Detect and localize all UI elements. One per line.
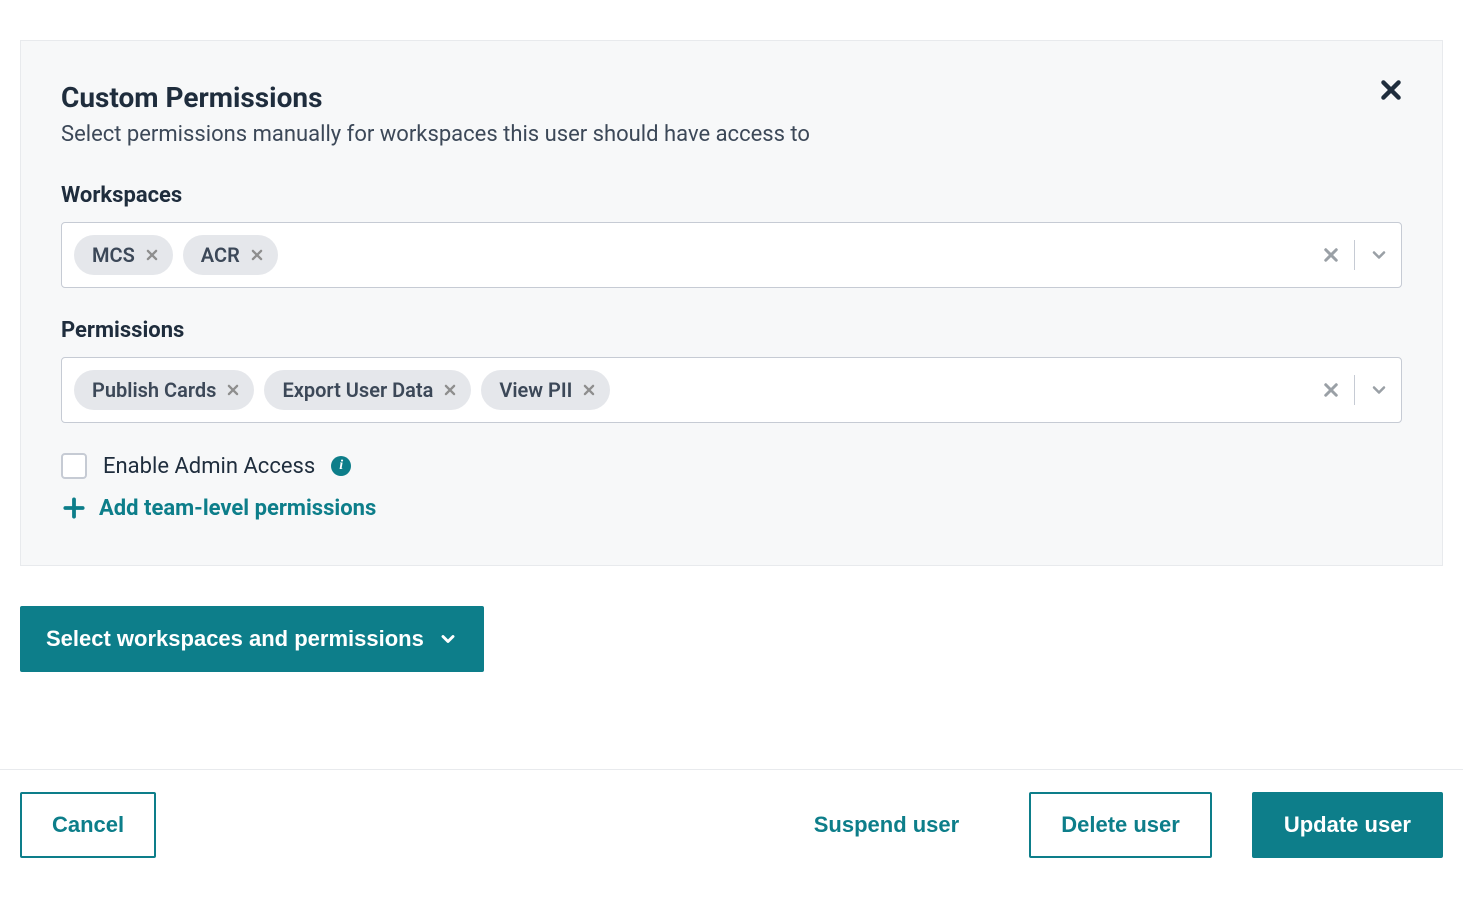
clear-all-button[interactable] (1322, 381, 1340, 399)
permissions-multiselect[interactable]: Publish Cards Export User Data View PII (61, 357, 1402, 423)
close-panel-button[interactable] (1378, 77, 1404, 107)
chevron-down-icon (1369, 245, 1389, 265)
chip-label: ACR (201, 243, 240, 267)
multiselect-controls (1312, 240, 1389, 270)
plus-icon (61, 495, 87, 521)
custom-permissions-panel: Custom Permissions Select permissions ma… (20, 40, 1443, 566)
panel-subtitle: Select permissions manually for workspac… (61, 122, 1402, 147)
workspace-chip: ACR (183, 235, 278, 275)
add-team-permissions-label: Add team-level permissions (99, 496, 376, 521)
close-icon (145, 248, 159, 262)
add-team-permissions-link[interactable]: Add team-level permissions (61, 495, 376, 521)
dropdown-toggle[interactable] (1369, 380, 1389, 400)
permissions-label: Permissions (61, 318, 1402, 343)
panel-title: Custom Permissions (61, 81, 1402, 114)
chip-label: MCS (92, 243, 135, 267)
separator (1354, 240, 1355, 270)
update-user-button[interactable]: Update user (1252, 792, 1443, 858)
chip-remove-button[interactable] (582, 383, 596, 397)
close-icon (1322, 381, 1340, 399)
workspaces-field: Workspaces MCS ACR (61, 183, 1402, 288)
workspaces-multiselect[interactable]: MCS ACR (61, 222, 1402, 288)
chip-remove-button[interactable] (443, 383, 457, 397)
chip-label: View PII (499, 378, 572, 402)
clear-all-button[interactable] (1322, 246, 1340, 264)
info-icon[interactable]: i (331, 456, 351, 476)
permission-chip: View PII (481, 370, 610, 410)
admin-access-row: Enable Admin Access i (61, 453, 1402, 479)
permission-chip: Publish Cards (74, 370, 254, 410)
workspace-chip: MCS (74, 235, 173, 275)
permissions-chips: Publish Cards Export User Data View PII (74, 370, 1312, 410)
select-workspaces-permissions-button[interactable]: Select workspaces and permissions (20, 606, 484, 672)
close-icon (226, 383, 240, 397)
footer-actions: Cancel Suspend user Delete user Update u… (0, 769, 1463, 858)
admin-access-checkbox[interactable] (61, 453, 87, 479)
dropdown-toggle[interactable] (1369, 245, 1389, 265)
cancel-button[interactable]: Cancel (20, 792, 156, 858)
chip-remove-button[interactable] (226, 383, 240, 397)
admin-access-label: Enable Admin Access (103, 454, 315, 479)
chevron-down-icon (1369, 380, 1389, 400)
chip-remove-button[interactable] (250, 248, 264, 262)
permission-chip: Export User Data (264, 370, 471, 410)
chip-remove-button[interactable] (145, 248, 159, 262)
select-button-label: Select workspaces and permissions (46, 626, 424, 652)
chip-label: Publish Cards (92, 378, 216, 402)
separator (1354, 375, 1355, 405)
chip-label: Export User Data (282, 378, 433, 402)
suspend-user-button[interactable]: Suspend user (784, 794, 989, 856)
multiselect-controls (1312, 375, 1389, 405)
permissions-field: Permissions Publish Cards Export User Da… (61, 318, 1402, 423)
close-icon (582, 383, 596, 397)
workspaces-label: Workspaces (61, 183, 1402, 208)
chevron-down-icon (438, 629, 458, 649)
close-icon (443, 383, 457, 397)
close-icon (250, 248, 264, 262)
close-icon (1378, 77, 1404, 103)
delete-user-button[interactable]: Delete user (1029, 792, 1212, 858)
workspaces-chips: MCS ACR (74, 235, 1312, 275)
close-icon (1322, 246, 1340, 264)
